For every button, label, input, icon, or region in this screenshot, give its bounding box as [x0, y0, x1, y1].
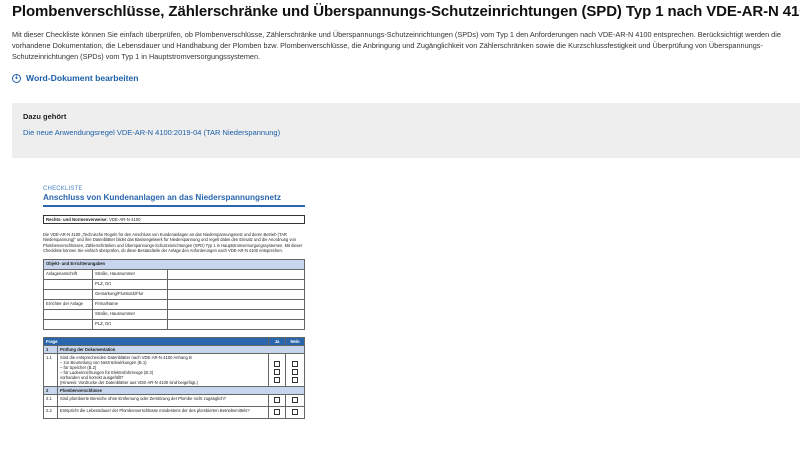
- preview-norm-label: Rechts- und Normenverweise:: [46, 217, 108, 222]
- preview-object-table: Objekt- und Errichterangaben Anlagenansc…: [43, 259, 305, 331]
- page-description: Mit dieser Checkliste können Sie einfach…: [12, 30, 781, 61]
- section-row: 2 Plombenverschlüsse: [43, 386, 305, 396]
- question-row: 1.1 Sind die entsprechenden Datenblätter…: [43, 353, 305, 388]
- checkbox-ja: [274, 369, 280, 376]
- document-preview: CHECKLISTE Anschluss von Kundenanlagen a…: [40, 183, 310, 451]
- table-row: Gemarkung/Flurstück/Flur: [43, 289, 305, 301]
- related-link[interactable]: Die neue Anwendungsregel VDE-AR-N 4100:2…: [23, 128, 789, 137]
- preview-norm-box: Rechts- und Normenverweise: VDE-AR-N 410…: [43, 215, 305, 224]
- preview-kicker: CHECKLISTE: [43, 186, 83, 192]
- word-document-edit-label: Word-Dokument bearbeiten: [26, 73, 139, 83]
- download-circle-icon: ⇣: [12, 73, 21, 83]
- table-row: Anlagenanschrift Straße, Hausnummer: [43, 269, 305, 281]
- related-panel: Dazu gehört Die neue Anwendungsregel VDE…: [12, 103, 800, 158]
- checkbox-nein: [292, 397, 298, 404]
- question-row: 2.1 Sind plombierte Bereiche ohne Entfer…: [43, 394, 305, 408]
- question-table-header: Frage Ja Nein: [43, 337, 305, 347]
- page-title: Plombenverschlüsse, Zählerschränke und Ü…: [12, 3, 800, 20]
- checkbox-ja: [274, 409, 280, 416]
- checkbox-nein: [292, 361, 298, 368]
- preview-question-table: Frage Ja Nein 1 Prüfung der Dokumentatio…: [43, 337, 305, 420]
- word-document-edit-link[interactable]: ⇣ Word-Dokument bearbeiten: [12, 73, 139, 83]
- question-row: 2.2 Entspricht die Lebensdauer der Plomb…: [43, 406, 305, 420]
- checkbox-nein: [292, 377, 298, 384]
- preview-title: Anschluss von Kundenanlagen an das Niede…: [43, 193, 281, 202]
- table-row: PLZ, Ort: [43, 319, 305, 331]
- object-table-header: Objekt- und Errichterangaben: [43, 259, 305, 271]
- section-row: 1 Prüfung der Dokumentation: [43, 345, 305, 355]
- checkbox-nein: [292, 369, 298, 376]
- checkbox-ja: [274, 361, 280, 368]
- related-label: Dazu gehört: [23, 112, 67, 121]
- table-row: Errichter der Anlage Firma/Name: [43, 299, 305, 311]
- table-row: Straße, Hausnummer: [43, 309, 305, 321]
- checkbox-ja: [274, 377, 280, 384]
- preview-title-rule: [43, 205, 305, 207]
- preview-norm-value: VDE-AR-N 4100: [109, 217, 141, 222]
- checkbox-nein: [292, 409, 298, 416]
- preview-intro: Die VDE-AR-N 4100 „Technische Regeln für…: [43, 232, 303, 253]
- checkbox-ja: [274, 397, 280, 404]
- table-row: PLZ, Ort: [43, 279, 305, 291]
